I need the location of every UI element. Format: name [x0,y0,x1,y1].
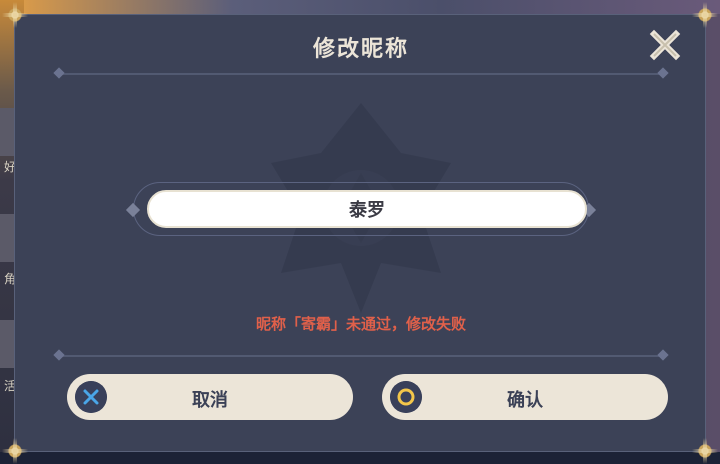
cancel-button[interactable]: 取消 [67,374,353,420]
corner-ornament [2,438,28,464]
background-top-strip [24,0,720,14]
footer-divider [59,355,663,357]
confirm-button[interactable]: 确认 [382,374,668,420]
cancel-button-label: 取消 [192,390,228,411]
error-message: 昵称「寄霸」未通过，修改失败 [255,315,466,333]
header-divider [59,73,663,75]
dialog-title: 修改昵称 [312,37,409,62]
corner-ornament [2,2,28,28]
rename-dialog: 修改昵称 昵称「寄霸」未通过，修改失败 取消 确认 [2,2,718,464]
nickname-input[interactable] [147,190,587,228]
corner-ornament [692,438,718,464]
confirm-button-label: 确认 [507,390,543,411]
close-icon[interactable] [649,29,681,61]
corner-ornament [692,2,718,28]
